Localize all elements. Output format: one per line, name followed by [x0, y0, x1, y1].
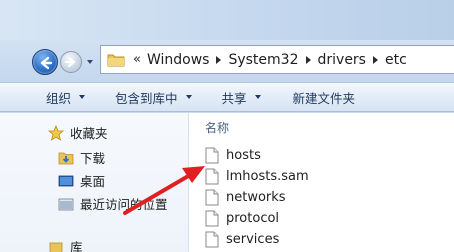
command-toolbar: 组织 包含到库中 共享 新建文件夹	[0, 82, 454, 112]
back-button[interactable]	[32, 49, 58, 75]
nav-desktop-label: 桌面	[80, 174, 106, 189]
dropdown-arrow-icon	[254, 95, 261, 99]
forward-arrow-icon	[64, 56, 76, 68]
libraries-icon	[48, 239, 64, 252]
nav-favorites[interactable]: 收藏夹	[47, 123, 108, 142]
file-name: services	[226, 232, 280, 247]
desktop-icon	[58, 173, 74, 189]
include-in-library-button[interactable]: 包含到库中	[109, 85, 198, 109]
column-header-name[interactable]: 名称	[205, 119, 229, 136]
chevron-right-icon[interactable]	[216, 55, 222, 64]
file-icon	[205, 189, 219, 206]
new-folder-label: 新建文件夹	[292, 90, 356, 106]
back-arrow-icon	[40, 56, 53, 70]
nav-recent-places[interactable]: 最近访问的位置	[58, 194, 168, 213]
breadcrumb-overflow-icon[interactable]: «	[133, 52, 141, 67]
file-name: networks	[226, 190, 286, 205]
organize-button[interactable]: 组织	[40, 85, 91, 109]
file-row-services[interactable]: services	[205, 231, 279, 248]
share-label: 共享	[221, 90, 247, 106]
navigation-pane: 收藏夹 下载 桌面 最近访问的位置 库	[0, 113, 188, 252]
file-row-protocol[interactable]: protocol	[205, 210, 279, 227]
file-name: protocol	[226, 211, 280, 226]
breadcrumb-system32[interactable]: System32	[228, 52, 298, 68]
nav-libraries[interactable]: 库	[48, 237, 83, 252]
downloads-folder-icon	[58, 150, 74, 166]
nav-downloads-label: 下载	[80, 151, 106, 166]
file-list-pane: 名称 hosts lmhosts.sam networks protocol s…	[189, 113, 454, 252]
organize-label: 组织	[46, 90, 72, 106]
star-icon	[47, 124, 65, 141]
breadcrumb-windows[interactable]: Windows	[147, 52, 210, 68]
file-icon	[205, 147, 219, 164]
navigation-buttons	[28, 47, 98, 77]
file-icon	[205, 210, 219, 227]
file-icon	[205, 231, 219, 248]
new-folder-button[interactable]: 新建文件夹	[287, 85, 362, 109]
include-in-library-label: 包含到库中	[115, 90, 178, 106]
file-row-networks[interactable]: networks	[205, 189, 286, 206]
file-name: lmhosts.sam	[226, 169, 309, 184]
nav-desktop[interactable]: 桌面	[58, 171, 105, 190]
recent-places-icon	[58, 196, 74, 212]
dropdown-arrow-icon	[79, 95, 86, 99]
recent-pages-dropdown-icon[interactable]	[86, 58, 94, 66]
nav-recent-places-label: 最近访问的位置	[80, 197, 168, 212]
title-bar	[0, 0, 454, 40]
address-bar[interactable]: « Windows System32 drivers etc	[100, 45, 454, 74]
nav-libraries-label: 库	[70, 240, 83, 252]
chevron-right-icon[interactable]	[372, 55, 378, 64]
nav-downloads[interactable]: 下载	[58, 148, 105, 167]
breadcrumb-etc[interactable]: etc	[385, 52, 407, 68]
nav-favorites-label: 收藏夹	[70, 126, 108, 141]
folder-icon	[107, 53, 125, 67]
window-chrome: « Windows System32 drivers etc	[0, 0, 454, 82]
file-name: hosts	[226, 148, 261, 163]
forward-button[interactable]	[60, 51, 82, 73]
file-icon	[205, 168, 219, 185]
breadcrumb-drivers[interactable]: drivers	[318, 52, 366, 68]
file-row-hosts[interactable]: hosts	[205, 147, 261, 164]
share-button[interactable]: 共享	[216, 85, 267, 109]
dropdown-arrow-icon	[185, 95, 192, 99]
chevron-right-icon[interactable]	[305, 55, 311, 64]
file-row-lmhosts[interactable]: lmhosts.sam	[205, 168, 309, 185]
